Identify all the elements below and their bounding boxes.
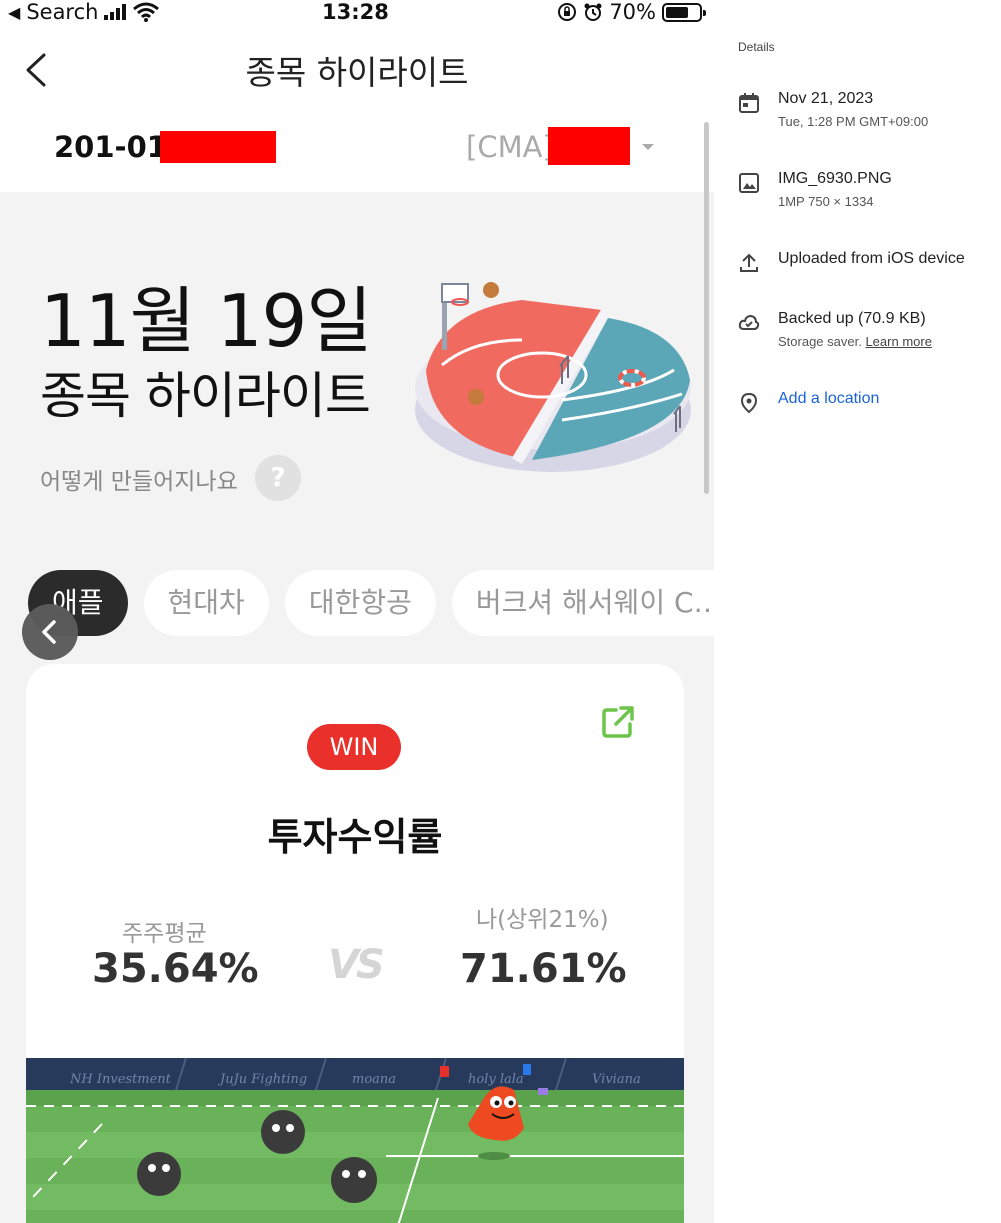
field-banner: moana: [352, 1072, 396, 1087]
learn-more-link[interactable]: Learn more: [865, 334, 931, 349]
battery-icon: [662, 2, 706, 22]
average-return-value: 35.64%: [92, 946, 259, 992]
hero-title: 종목 하이라이트: [40, 367, 371, 425]
my-rank-label: 나(상위21%): [476, 907, 609, 933]
storage-saver-text: Storage saver.: [778, 334, 866, 349]
navigation-bar: 종목 하이라이트: [0, 26, 714, 114]
redaction-box: [548, 127, 630, 165]
field-banner: Viviana: [592, 1072, 641, 1087]
upload-icon: [740, 253, 758, 272]
add-location-link[interactable]: Add a location: [778, 390, 879, 408]
upload-source: Uploaded from iOS device: [778, 250, 965, 267]
back-app-label: Search: [26, 0, 99, 24]
chip-stock-2[interactable]: 현대차: [143, 570, 269, 636]
file-resolution: 1MP 750 × 1334: [778, 194, 874, 209]
status-right: 70%: [557, 0, 706, 24]
backup-status: Backed up (70.9 KB): [778, 310, 926, 327]
vs-label: VS: [328, 942, 385, 988]
details-heading: Details: [738, 40, 775, 54]
scroll-indicator[interactable]: [704, 122, 709, 494]
storage-saver-note: Storage saver. Learn more: [778, 334, 932, 349]
file-name: IMG_6930.PNG: [778, 170, 892, 187]
dropdown-arrow-icon[interactable]: [640, 142, 656, 152]
status-bar: ◀ Search 13:28 70%: [0, 0, 714, 26]
signal-icon: [104, 4, 127, 20]
rotation-lock-icon: [558, 3, 577, 21]
highlight-card: WIN 투자수익률 주주평균 35.64% VS 나(상위21%) 71.61%…: [26, 664, 684, 1223]
field-banner: NH Investment: [69, 1072, 172, 1087]
calendar-icon: [739, 93, 759, 113]
card-title: 투자수익률: [267, 815, 443, 859]
how-it-works-link[interactable]: 어떻게 만들어지나요: [40, 462, 238, 496]
account-type: [CMA]: [466, 130, 554, 164]
page-title: 종목 하이라이트: [245, 53, 469, 92]
chip-stock-3[interactable]: 대한항공: [284, 570, 436, 636]
previous-arrow-icon[interactable]: [22, 604, 78, 660]
photo-time: Tue, 1:28 PM GMT+09:00: [778, 114, 929, 129]
back-triangle-icon: ◀: [8, 2, 21, 22]
share-external-icon[interactable]: [600, 704, 636, 740]
stock-chip-row: 애플 현대차 대한항공 버크셔 해서웨이 C…: [28, 570, 714, 636]
field-banner: holy lala: [468, 1072, 524, 1087]
cloud-done-icon: [738, 314, 760, 330]
photo-date: Nov 21, 2023: [778, 90, 874, 107]
battery-fill: [666, 6, 689, 18]
status-time: 13:28: [322, 0, 389, 24]
image-icon: [739, 173, 759, 193]
wifi-icon: [133, 2, 160, 22]
average-label: 주주평균: [122, 921, 207, 947]
field-banner: JuJu Fighting: [217, 1072, 307, 1087]
hero-date: 11월 19일: [40, 279, 373, 363]
win-badge: WIN: [307, 724, 401, 770]
phone-screenshot: ◀ Search 13:28 70% 종목 하이라이트 201-01- [CMA…: [0, 0, 714, 1223]
location-pin-icon: [740, 392, 758, 414]
redaction-box: [160, 131, 276, 163]
help-question-icon[interactable]: ?: [255, 455, 301, 501]
details-panel: Details Nov 21, 2023 Tue, 1:28 PM GMT+09…: [714, 0, 1001, 1223]
basketball-court-illustration: [415, 282, 691, 472]
soccer-field-illustration: NH Investment JuJu Fighting moana holy l…: [26, 1058, 684, 1223]
my-return-value: 71.61%: [460, 946, 627, 992]
back-to-app[interactable]: ◀ Search: [8, 0, 160, 24]
account-selector[interactable]: 201-01- [CMA]: [0, 114, 714, 192]
chip-stock-4[interactable]: 버크셔 해서웨이 C…: [451, 570, 714, 636]
battery-percent: 70%: [609, 0, 656, 24]
alarm-icon: [584, 3, 602, 21]
